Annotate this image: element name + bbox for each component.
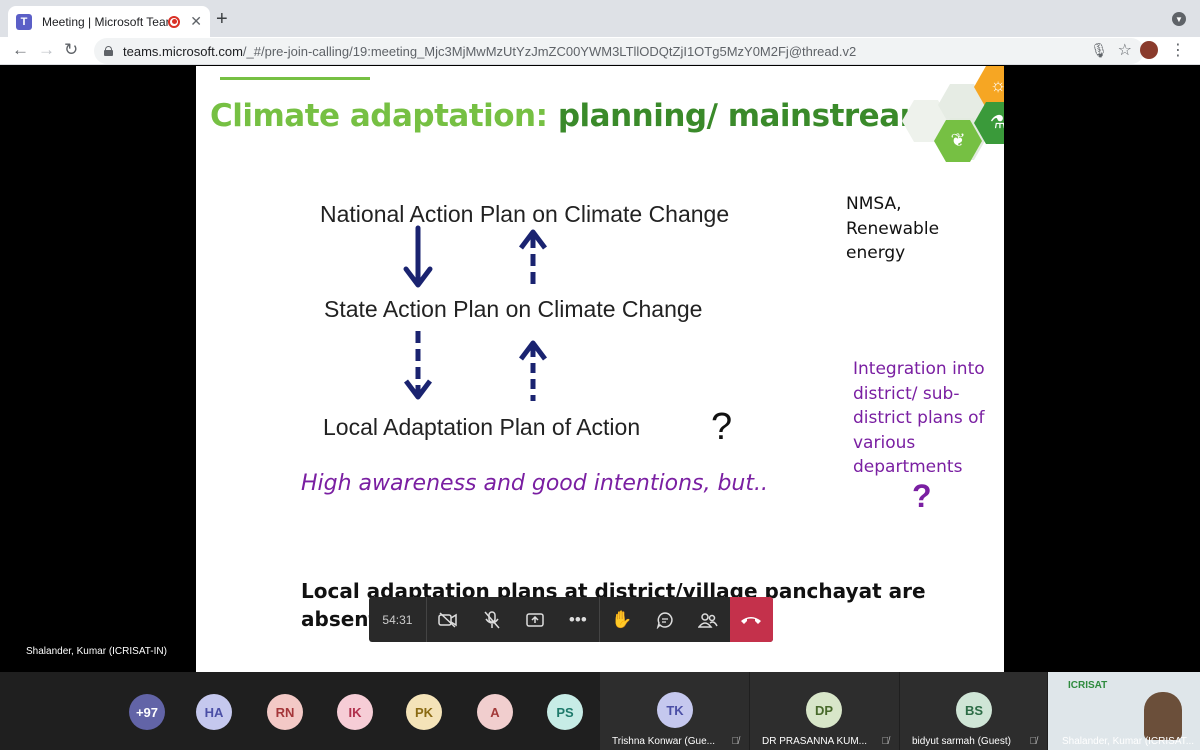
call-controls-bar: 54:31 ••• ✋ (369, 597, 773, 642)
shared-slide: Climate adaptation: planning/ mainstream… (196, 66, 1004, 672)
address-bar[interactable]: teams.microsoft.com/_#/pre-join-calling/… (94, 38, 1144, 64)
mic-off-icon[interactable] (470, 597, 513, 642)
hangup-button[interactable] (729, 597, 773, 642)
participant-avatar: DP (806, 692, 842, 728)
camera-off-icon[interactable] (427, 597, 470, 642)
down-arrow-dashed (404, 331, 432, 400)
participant-name: DR PRASANNA KUM... (762, 736, 868, 747)
up-arrow-mixed (519, 340, 547, 401)
close-tab-icon[interactable]: ✕ (190, 13, 202, 30)
participants-icon[interactable] (687, 597, 730, 642)
up-arrow-dashed (519, 229, 547, 288)
presenter-label: Shalander, Kumar (ICRISAT-IN) (26, 646, 167, 657)
share-screen-icon[interactable] (513, 597, 556, 642)
browser-tabbar: T Meeting | Microsoft Teams ✕ + ▼ (0, 0, 1200, 37)
down-arrow-solid (403, 225, 433, 288)
presenter-video (1144, 692, 1182, 740)
participant-avatar[interactable]: IK (337, 694, 373, 730)
lock-icon[interactable] (104, 46, 113, 56)
bookmark-star-icon[interactable]: ☆ (1118, 40, 1132, 60)
tab-title: Meeting | Microsoft Teams (42, 14, 169, 29)
participant-name: bidyut sarmah (Guest) (912, 736, 1011, 747)
tab-search-icon[interactable]: ▼ (1172, 12, 1186, 26)
participant-avatar[interactable]: PK (406, 694, 442, 730)
profile-avatar[interactable] (1140, 41, 1158, 59)
participant-name: Trishna Konwar (Gue... (612, 736, 716, 747)
participant-avatar[interactable]: PS (547, 694, 583, 730)
microphone-icon[interactable]: 🎙 (1090, 42, 1108, 59)
integration-text: Integration into district/ sub- district… (853, 359, 985, 477)
participant-avatar: BS (956, 692, 992, 728)
back-icon[interactable]: ← (12, 40, 29, 60)
forward-icon[interactable]: → (38, 40, 55, 60)
meeting-stage: Climate adaptation: planning/ mainstream… (0, 66, 1200, 672)
raise-hand-icon[interactable]: ✋ (600, 597, 643, 642)
mic-muted-icon: 🎙̸ (731, 736, 740, 747)
mic-muted-icon: 🎙̸ (881, 736, 890, 747)
participant-tile[interactable]: TK Trishna Konwar (Gue... 🎙̸ (600, 672, 749, 750)
participant-strip: +97 HA RN IK PK A PS TK Trishna Konwar (… (0, 672, 1200, 750)
icrisat-logo: ICRISAT (1068, 680, 1108, 691)
url-path: /_#/pre-join-calling/19:meeting_Mjc3MjMw… (242, 43, 857, 59)
participant-tile[interactable]: BS bidyut sarmah (Guest) 🎙̸ (900, 672, 1047, 750)
presenter-video-tile[interactable]: ICRISAT Shalander, Kumar (ICRISAT... (1048, 672, 1200, 750)
more-actions-icon[interactable]: ••• (556, 597, 599, 642)
reload-icon[interactable]: ↻ (64, 40, 78, 60)
more-participants-badge[interactable]: +97 (129, 694, 165, 730)
mic-muted-icon: 🎙̸ (1029, 736, 1038, 747)
browser-tab[interactable]: T Meeting | Microsoft Teams ✕ (8, 6, 210, 37)
awareness-text: High awareness and good intentions, but.… (301, 471, 768, 496)
chat-icon[interactable] (644, 597, 687, 642)
participant-avatar: TK (657, 692, 693, 728)
browser-menu-icon[interactable]: ⋮ (1170, 40, 1186, 60)
participant-avatar[interactable]: HA (196, 694, 232, 730)
presenter-video-name: Shalander, Kumar (ICRISAT... (1062, 736, 1195, 747)
recording-icon (168, 15, 181, 28)
participant-avatar[interactable]: RN (267, 694, 303, 730)
participant-tile[interactable]: DP DR PRASANNA KUM... 🎙̸ (750, 672, 899, 750)
participant-avatar[interactable]: A (477, 694, 513, 730)
teams-icon: T (16, 13, 32, 30)
url-host: teams.microsoft.com (123, 43, 243, 59)
new-tab-button[interactable]: + (216, 9, 228, 29)
nmsa-text: NMSA, Renewable energy (846, 194, 940, 263)
call-timer: 54:31 (382, 612, 413, 627)
question-mark-integration: ? (912, 478, 932, 514)
browser-toolbar: ← → ↻ teams.microsoft.com/_#/pre-join-ca… (0, 37, 1200, 65)
